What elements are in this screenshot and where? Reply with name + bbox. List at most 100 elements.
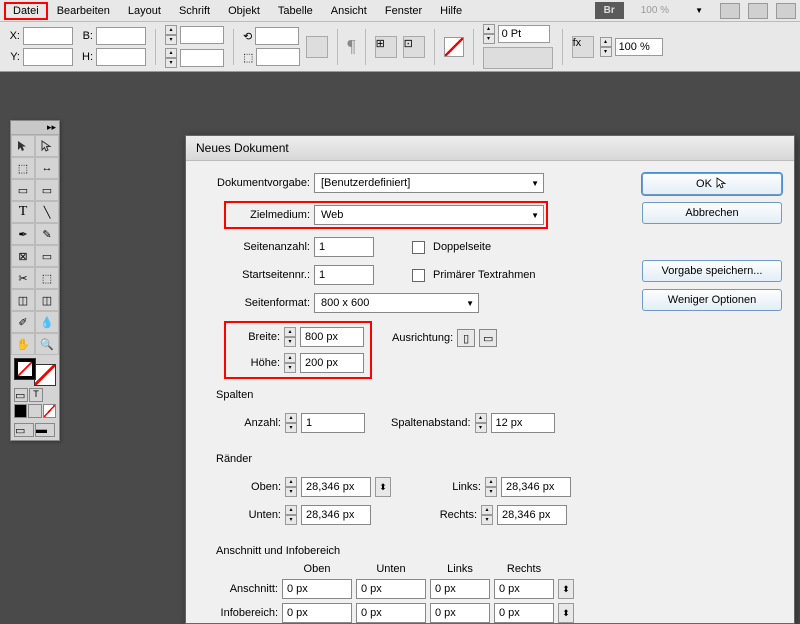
- stroke-weight-input[interactable]: [498, 25, 550, 43]
- facing-checkbox[interactable]: [412, 241, 425, 254]
- cols-count-spinner[interactable]: ▴▾: [285, 413, 297, 433]
- w-input[interactable]: [96, 27, 146, 45]
- effects-icon[interactable]: fx: [572, 36, 594, 58]
- gap-tool[interactable]: ↔: [35, 157, 59, 179]
- cols-gutter-input[interactable]: [491, 413, 555, 433]
- gradient-feather-tool[interactable]: ◫: [35, 289, 59, 311]
- slug-left-input[interactable]: [430, 603, 490, 623]
- preset-select[interactable]: [Benutzerdefiniert]▼: [314, 173, 544, 193]
- rectangle-tool[interactable]: ▭: [35, 245, 59, 267]
- orientation-portrait-icon[interactable]: ▯: [457, 329, 475, 347]
- menu-ansicht[interactable]: Ansicht: [322, 2, 376, 20]
- cols-count-input[interactable]: [301, 413, 365, 433]
- save-preset-button[interactable]: Vorgabe speichern...: [642, 260, 782, 282]
- margin-left-spinner[interactable]: ▴▾: [485, 477, 497, 497]
- menu-schrift[interactable]: Schrift: [170, 2, 219, 20]
- screen-mode-icon[interactable]: [748, 3, 768, 19]
- scissors-tool[interactable]: ✂: [11, 267, 35, 289]
- align-icon[interactable]: ⊞: [375, 36, 397, 58]
- paragraph-icon[interactable]: ¶: [347, 36, 355, 57]
- page-tool[interactable]: ⬚: [11, 157, 35, 179]
- shear-input[interactable]: [256, 48, 300, 66]
- width-spinner[interactable]: ▴▾: [284, 327, 296, 347]
- note-tool[interactable]: ✐: [11, 311, 35, 333]
- gradient-swatch-tool[interactable]: ◫: [11, 289, 35, 311]
- pagesize-select[interactable]: 800 x 600▼: [314, 293, 479, 313]
- line-tool[interactable]: ╲: [35, 201, 59, 223]
- bleed-link-icon[interactable]: ⬍: [558, 579, 574, 599]
- fill-stroke-swatch[interactable]: [14, 358, 56, 386]
- scale-x-input[interactable]: [180, 26, 224, 44]
- startpage-input[interactable]: [314, 265, 374, 285]
- menu-objekt[interactable]: Objekt: [219, 2, 269, 20]
- menu-layout[interactable]: Layout: [119, 2, 170, 20]
- zoom-level[interactable]: 100 %: [632, 2, 678, 19]
- textframe-checkbox[interactable]: [412, 269, 425, 282]
- intent-select[interactable]: Web▼: [314, 205, 544, 225]
- bleed-top-input[interactable]: [282, 579, 352, 599]
- cancel-button[interactable]: Abbrechen: [642, 202, 782, 224]
- width-input[interactable]: [300, 327, 364, 347]
- slug-link-icon[interactable]: ⬍: [558, 603, 574, 623]
- orientation-landscape-icon[interactable]: ▭: [479, 329, 497, 347]
- apply-none-icon[interactable]: [43, 404, 56, 418]
- type-tool[interactable]: T: [11, 201, 35, 223]
- opacity-input[interactable]: [615, 38, 663, 56]
- zoom-tool[interactable]: 🔍: [35, 333, 59, 355]
- bridge-icon[interactable]: Br: [595, 2, 624, 19]
- h-input[interactable]: [96, 48, 146, 66]
- format-container-icon[interactable]: ▭: [14, 388, 28, 402]
- margin-top-spinner[interactable]: ▴▾: [285, 477, 297, 497]
- menu-bearbeiten[interactable]: Bearbeiten: [48, 2, 119, 20]
- slug-right-input[interactable]: [494, 603, 554, 623]
- content-placer-tool[interactable]: ▭: [35, 179, 59, 201]
- margin-right-spinner[interactable]: ▴▾: [481, 505, 493, 525]
- free-transform-tool[interactable]: ⬚: [35, 267, 59, 289]
- slug-bottom-input[interactable]: [356, 603, 426, 623]
- bleed-bottom-input[interactable]: [356, 579, 426, 599]
- margin-bottom-spinner[interactable]: ▴▾: [285, 505, 297, 525]
- fewer-options-button[interactable]: Weniger Optionen: [642, 289, 782, 311]
- apply-gradient-icon[interactable]: [28, 404, 41, 418]
- view-mode-preview-icon[interactable]: ▬: [35, 423, 55, 437]
- content-collector-tool[interactable]: ▭: [11, 179, 35, 201]
- pencil-tool[interactable]: ✎: [35, 223, 59, 245]
- bleed-left-input[interactable]: [430, 579, 490, 599]
- flip-h-icon[interactable]: [306, 36, 328, 58]
- menu-datei[interactable]: Datei: [4, 2, 48, 20]
- pen-tool[interactable]: ✒: [11, 223, 35, 245]
- height-spinner[interactable]: ▴▾: [284, 353, 296, 373]
- selection-tool[interactable]: [11, 135, 35, 157]
- pages-input[interactable]: [314, 237, 374, 257]
- eyedropper-tool[interactable]: 💧: [35, 311, 59, 333]
- direct-selection-tool[interactable]: [35, 135, 59, 157]
- rectangle-frame-tool[interactable]: ⊠: [11, 245, 35, 267]
- fill-none-icon[interactable]: [444, 37, 464, 57]
- menu-hilfe[interactable]: Hilfe: [431, 2, 471, 20]
- menu-tabelle[interactable]: Tabelle: [269, 2, 322, 20]
- menu-fenster[interactable]: Fenster: [376, 2, 431, 20]
- height-input[interactable]: [300, 353, 364, 373]
- arrange-icon[interactable]: [776, 3, 796, 19]
- hand-tool[interactable]: ✋: [11, 333, 35, 355]
- distribute-icon[interactable]: ⊡: [403, 36, 425, 58]
- margin-top-input[interactable]: [301, 477, 371, 497]
- margin-left-input[interactable]: [501, 477, 571, 497]
- ok-button[interactable]: OK: [642, 173, 782, 195]
- margin-link-icon[interactable]: ⬍: [375, 477, 391, 497]
- cols-gutter-spinner[interactable]: ▴▾: [475, 413, 487, 433]
- x-input[interactable]: [23, 27, 73, 45]
- rotate-input[interactable]: [255, 27, 299, 45]
- bleed-right-input[interactable]: [494, 579, 554, 599]
- apply-color-icon[interactable]: [14, 404, 27, 418]
- view-mode-normal-icon[interactable]: ▭: [14, 423, 34, 437]
- stroke-style-select[interactable]: [483, 47, 553, 69]
- y-input[interactable]: [23, 48, 73, 66]
- slug-top-input[interactable]: [282, 603, 352, 623]
- margin-bottom-input[interactable]: [301, 505, 371, 525]
- view-options-icon[interactable]: [720, 3, 740, 19]
- margin-right-input[interactable]: [497, 505, 567, 525]
- format-text-icon[interactable]: T: [29, 388, 43, 402]
- scale-y-input[interactable]: [180, 49, 224, 67]
- tools-header[interactable]: ▸▸: [11, 121, 59, 135]
